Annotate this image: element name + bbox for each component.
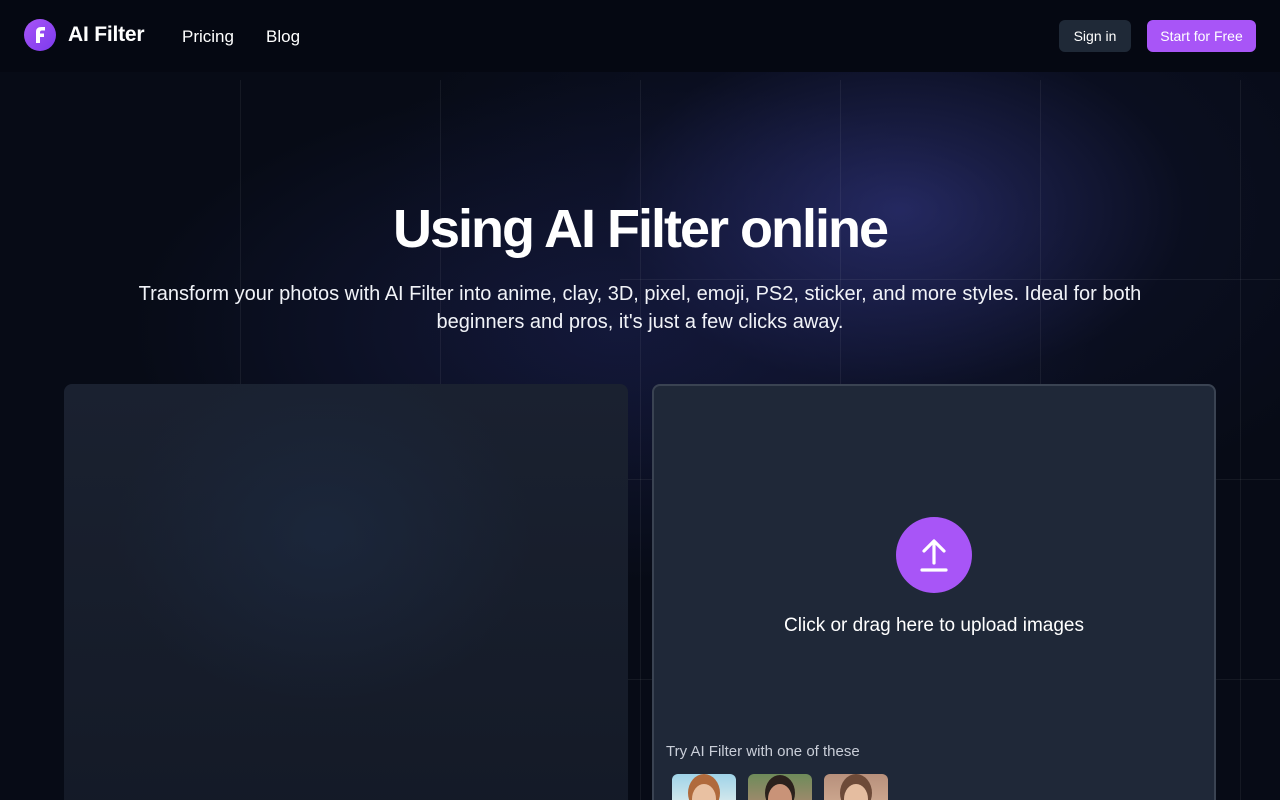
nav-blog-link[interactable]: Blog xyxy=(266,27,300,47)
upload-prompt: Click or drag here to upload images xyxy=(784,615,1084,636)
hero-title: Using AI Filter online xyxy=(392,199,889,259)
nav-pricing-link[interactable]: Pricing xyxy=(182,27,234,47)
sample-image-2[interactable] xyxy=(748,774,812,800)
upload-dropzone[interactable]: Click or drag here to upload images Try … xyxy=(652,384,1216,800)
upload-arrow-icon[interactable] xyxy=(896,517,972,593)
sign-in-button[interactable]: Sign in xyxy=(1059,20,1131,52)
sample-image-1[interactable] xyxy=(672,774,736,800)
start-for-free-button[interactable]: Start for Free xyxy=(1147,20,1256,52)
site-header: AI Filter Pricing Blog Sign in Start for… xyxy=(0,0,1280,72)
preview-panel xyxy=(64,384,628,800)
sample-images xyxy=(672,774,888,800)
hero-subtitle: Transform your photos with AI Filter int… xyxy=(138,283,1142,333)
sample-image-3[interactable] xyxy=(824,774,888,800)
page: AI Filter Pricing Blog Sign in Start for… xyxy=(0,0,1280,800)
logo-icon[interactable] xyxy=(24,19,56,51)
brand-name[interactable]: AI Filter xyxy=(68,23,145,47)
sample-images-label: Try AI Filter with one of these xyxy=(666,743,860,760)
